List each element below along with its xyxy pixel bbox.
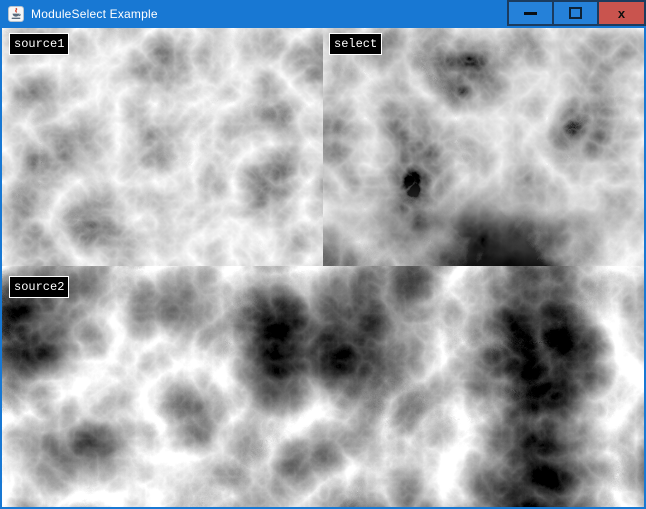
close-button[interactable]: x: [597, 0, 646, 26]
window-title: ModuleSelect Example: [31, 7, 158, 21]
app-window: ModuleSelect Example x: [0, 0, 646, 509]
noise-render-area: source1 select source2: [2, 28, 644, 507]
select-label: select: [329, 33, 382, 55]
source2-noise-panel: [2, 266, 644, 507]
close-x-icon: x: [618, 7, 625, 20]
java-coffee-cup-icon: [8, 6, 24, 22]
source2-noise-image: [2, 266, 644, 507]
maximize-square-icon: [569, 7, 582, 19]
minimize-dash-icon: [524, 12, 537, 15]
titlebar[interactable]: ModuleSelect Example x: [0, 0, 646, 28]
source1-noise-image: [2, 28, 323, 266]
source1-noise-panel: [2, 28, 323, 266]
minimize-button[interactable]: [507, 0, 554, 26]
source2-label: source2: [9, 276, 69, 298]
source1-label: source1: [9, 33, 69, 55]
maximize-button[interactable]: [552, 0, 599, 26]
window-controls: x: [509, 0, 646, 26]
